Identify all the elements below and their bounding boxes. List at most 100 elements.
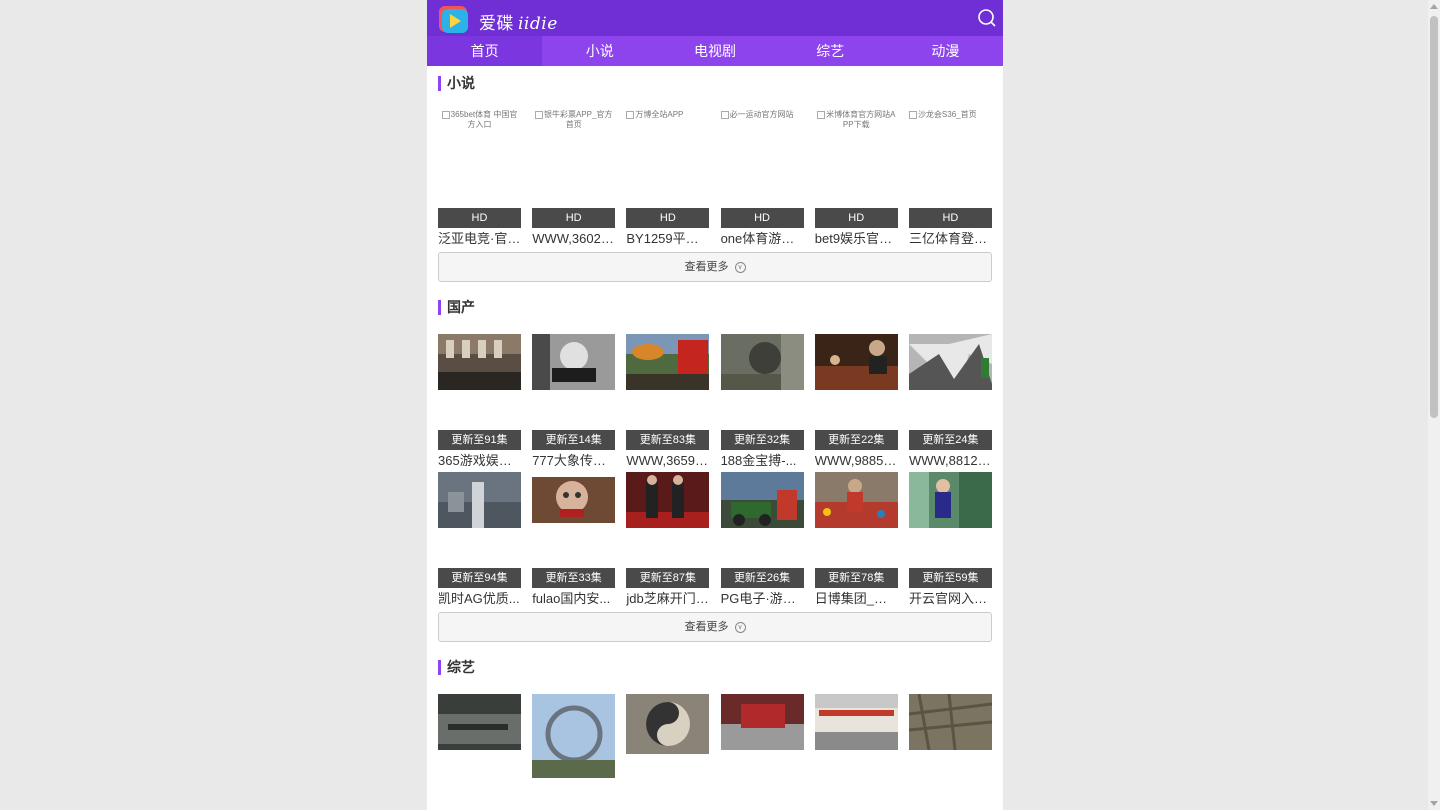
video-card[interactable]: 更新至26集 PG电子·游戏...: [720, 472, 804, 610]
video-title[interactable]: 三亿体育登录...: [909, 228, 992, 250]
nav-item-novel[interactable]: 小说: [542, 36, 657, 66]
video-title[interactable]: fulao国内安...: [532, 588, 615, 610]
video-card[interactable]: 更新至91集 365游戏娱乐...: [438, 334, 521, 472]
video-thumbnail[interactable]: [720, 694, 804, 790]
video-thumbnail[interactable]: [908, 694, 992, 790]
video-card[interactable]: 万博全站APP HD BY1259平台登...: [626, 110, 710, 250]
view-more-button[interactable]: 查看更多 ∨: [438, 252, 992, 282]
scroll-up-arrow-icon[interactable]: [1430, 4, 1438, 9]
video-title[interactable]: jdb芝麻开门2...: [626, 588, 709, 610]
section-accent-bar: [438, 659, 441, 675]
scroll-down-arrow-icon[interactable]: [1430, 801, 1438, 806]
video-card[interactable]: 更新至32集 188金宝搏-...: [720, 334, 804, 472]
video-thumbnail[interactable]: [532, 334, 616, 430]
search-icon[interactable]: [977, 8, 997, 28]
chevron-down-circle-icon: ∨: [734, 621, 746, 633]
video-thumbnail[interactable]: 银牛彩票APP_官方首页: [532, 110, 616, 208]
video-title[interactable]: 188金宝搏-...: [721, 450, 804, 472]
video-title[interactable]: one体育游戏...: [721, 228, 804, 250]
video-thumbnail[interactable]: [814, 694, 898, 790]
video-card[interactable]: [532, 694, 616, 790]
video-thumbnail[interactable]: [626, 694, 710, 790]
video-title[interactable]: 凯时AG优质...: [438, 588, 521, 610]
episode-badge: 更新至14集: [532, 430, 616, 450]
video-card[interactable]: 365bet体育 中国官方入口 HD 泛亚电竞·官方...: [438, 110, 521, 250]
video-thumbnail[interactable]: [814, 472, 898, 568]
video-card[interactable]: [814, 694, 898, 790]
alt-text: 米博体育官方网站APP下载: [826, 110, 896, 129]
video-title[interactable]: bet9娱乐官网...: [815, 228, 898, 250]
video-title[interactable]: WWW,360277...: [532, 228, 615, 250]
video-card[interactable]: [908, 694, 992, 790]
video-card[interactable]: 更新至22集WWW,988559...: [814, 334, 898, 472]
video-card[interactable]: 更新至87集 jdb芝麻开门2...: [626, 472, 710, 610]
broken-image-alt: 365bet体育 中国官方入口: [438, 110, 521, 130]
thumbnail-image: [438, 472, 521, 528]
video-thumbnail[interactable]: [532, 472, 616, 568]
view-more-button[interactable]: 查看更多 ∨: [438, 612, 992, 642]
thumbnail-image: [720, 472, 804, 528]
video-thumbnail[interactable]: [814, 334, 898, 430]
video-card[interactable]: 更新至94集 凯时AG优质...: [438, 472, 521, 610]
page-scrollbar[interactable]: [1428, 0, 1440, 810]
chevron-down-circle-icon: ∨: [734, 261, 746, 273]
video-card[interactable]: 更新至78集 日博集团_首页: [814, 472, 898, 610]
video-title[interactable]: WWW,881259...: [909, 450, 992, 472]
quality-badge: HD: [908, 208, 992, 228]
video-thumbnail[interactable]: 365bet体育 中国官方入口: [438, 110, 521, 208]
video-title[interactable]: BY1259平台登...: [626, 228, 709, 250]
video-title[interactable]: WWW,365909...: [626, 450, 709, 472]
video-card[interactable]: 更新至59集 开云官网入口...: [908, 472, 992, 610]
video-thumbnail[interactable]: [908, 472, 992, 568]
video-title[interactable]: 日博集团_首页: [815, 588, 898, 610]
video-grid: 365bet体育 中国官方入口 HD 泛亚电竞·官方... 银牛彩票APP_官方…: [438, 110, 992, 262]
video-thumbnail[interactable]: [438, 694, 521, 790]
nav-item-tv[interactable]: 电视剧: [657, 36, 772, 66]
video-thumbnail[interactable]: [532, 694, 616, 790]
section-title: 综艺: [447, 659, 475, 675]
video-card[interactable]: 银牛彩票APP_官方首页 HD WWW,360277...: [532, 110, 616, 250]
video-title[interactable]: 泛亚电竞·官方...: [438, 228, 521, 250]
section-title: 国产: [447, 299, 475, 315]
video-card[interactable]: [438, 694, 521, 790]
video-thumbnail[interactable]: [438, 334, 521, 430]
video-thumbnail[interactable]: [908, 334, 992, 430]
video-title[interactable]: 365游戏娱乐...: [438, 450, 521, 472]
video-card[interactable]: [720, 694, 804, 790]
video-thumbnail[interactable]: 万博全站APP: [626, 110, 710, 208]
video-thumbnail[interactable]: [720, 334, 804, 430]
nav-item-variety[interactable]: 综艺: [773, 36, 888, 66]
video-card[interactable]: 更新至33集 fulao国内安...: [532, 472, 616, 610]
video-thumbnail[interactable]: [626, 334, 710, 430]
site-brand[interactable]: 爱碟 iidie: [479, 9, 558, 34]
scrollbar-thumb[interactable]: [1430, 16, 1438, 418]
nav-item-home[interactable]: 首页: [427, 36, 543, 66]
thumbnail-image: [438, 694, 521, 750]
video-thumbnail[interactable]: 必一运动官方网站: [720, 110, 804, 208]
video-thumbnail[interactable]: [438, 472, 521, 568]
section-header: 小说: [438, 66, 992, 100]
video-title[interactable]: 777大象传媒...: [532, 450, 615, 472]
video-title[interactable]: PG电子·游戏...: [721, 588, 804, 610]
broken-image-icon: [626, 110, 635, 119]
video-card[interactable]: 必一运动官方网站 HD one体育游戏...: [720, 110, 804, 250]
video-thumbnail[interactable]: [720, 472, 804, 568]
broken-image-icon: [908, 110, 917, 119]
nav-item-anime[interactable]: 动漫: [888, 36, 1003, 66]
video-title[interactable]: WWW,988559...: [815, 450, 898, 472]
section-domestic: 国产 更新至91集 365游戏娱乐... 更新至14集 777大象传媒... 更新至…: [427, 290, 1003, 642]
episode-badge: 更新至33集: [532, 568, 616, 588]
main-nav: 首页 小说 电视剧 综艺 动漫: [427, 36, 1003, 66]
video-title[interactable]: 开云官网入口...: [909, 588, 992, 610]
video-thumbnail[interactable]: 米博体育官方网站APP下载: [814, 110, 898, 208]
video-thumbnail[interactable]: 沙龙会S36_首页: [908, 110, 992, 208]
video-card[interactable]: 沙龙会S36_首页 HD 三亿体育登录...: [908, 110, 992, 250]
video-card[interactable]: [626, 694, 710, 790]
video-card[interactable]: 米博体育官方网站APP下载 HD bet9娱乐官网...: [814, 110, 898, 250]
video-thumbnail[interactable]: [626, 472, 710, 568]
play-logo-icon[interactable]: [437, 2, 471, 36]
video-card[interactable]: 更新至24集WWW,881259...: [908, 334, 992, 472]
video-card[interactable]: 更新至83集WWW,365909...: [626, 334, 710, 472]
video-card[interactable]: 更新至14集 777大象传媒...: [532, 334, 616, 472]
broken-image-alt: 万博全站APP: [626, 110, 709, 120]
